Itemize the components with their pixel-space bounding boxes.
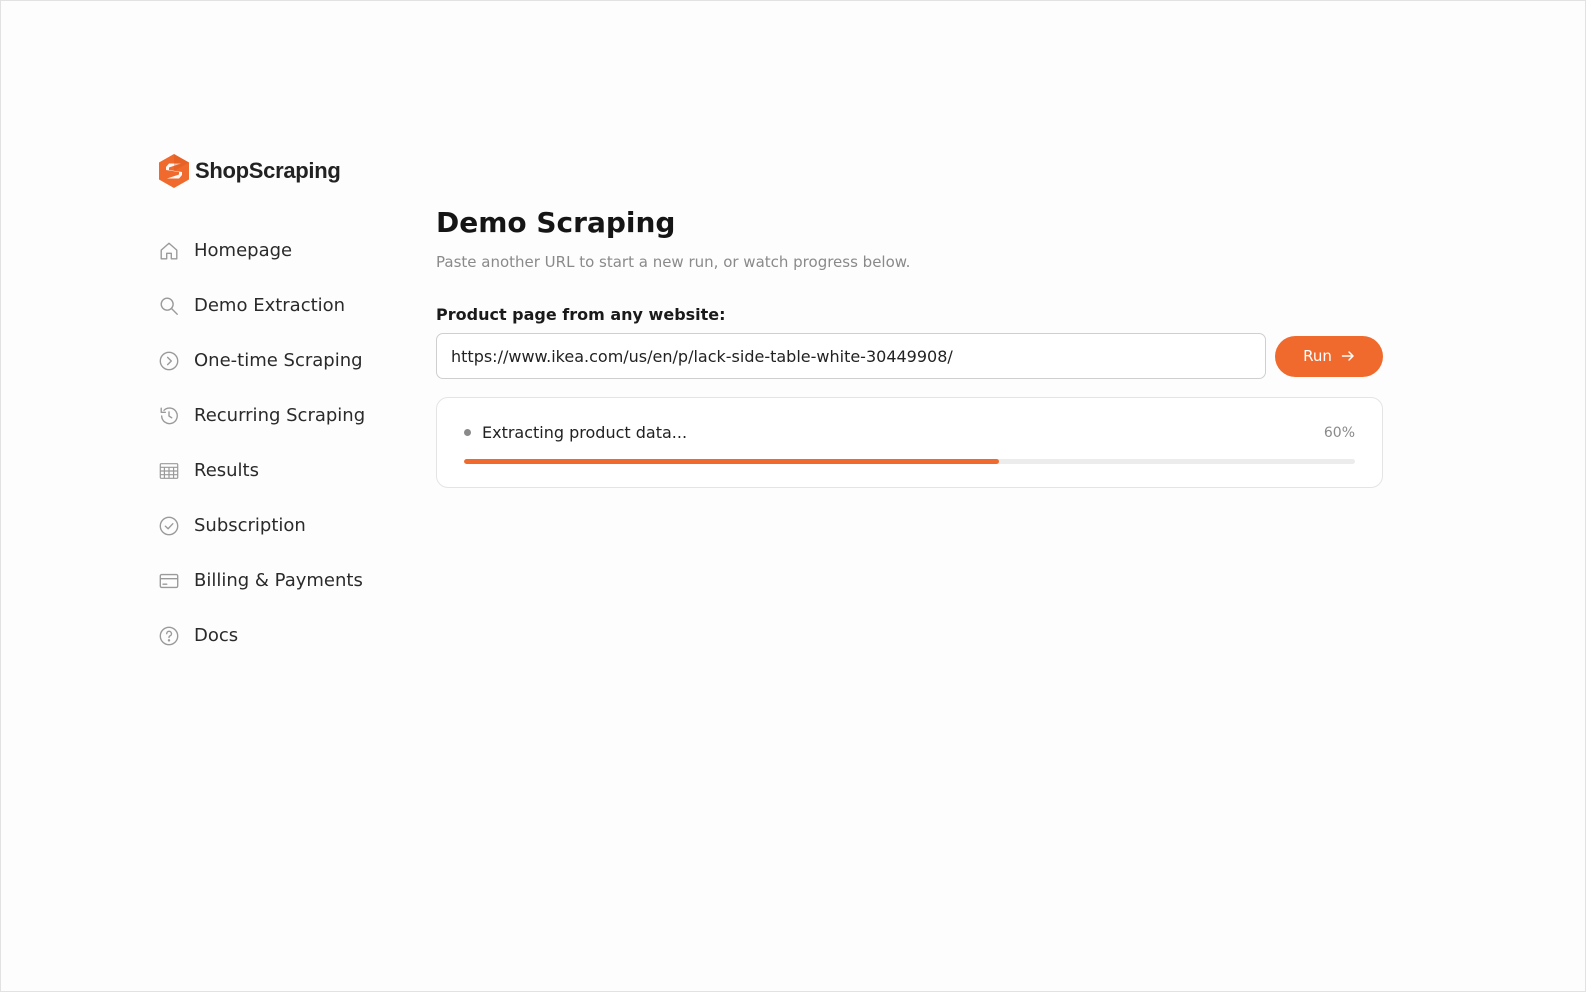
sidebar-item-label: Homepage <box>194 240 293 261</box>
brand-name: ShopScraping <box>195 158 341 183</box>
sidebar-item-label: Billing & Payments <box>194 570 363 591</box>
sidebar-item-label: One-time Scraping <box>194 350 363 371</box>
credit-card-icon <box>157 569 181 593</box>
sidebar-nav: Homepage Demo Extraction One-time Scrapi… <box>157 223 397 663</box>
url-field-label: Product page from any website: <box>436 305 726 324</box>
sidebar-item-label: Results <box>194 460 259 481</box>
sidebar-item-one-time-scraping[interactable]: One-time Scraping <box>157 333 397 388</box>
history-icon <box>157 404 181 428</box>
sidebar-item-billing-payments[interactable]: Billing & Payments <box>157 553 397 608</box>
sidebar-item-label: Subscription <box>194 515 306 536</box>
search-icon <box>157 294 181 318</box>
sidebar-item-recurring-scraping[interactable]: Recurring Scraping <box>157 388 397 443</box>
progress-status: Extracting product data... <box>464 423 687 442</box>
sidebar-item-docs[interactable]: Docs <box>157 608 397 663</box>
run-button-label: Run <box>1303 347 1332 365</box>
app-window: ShopScraping Homepage Demo Extraction On… <box>0 0 1586 992</box>
run-button[interactable]: Run <box>1275 335 1383 377</box>
page-subtitle: Paste another URL to start a new run, or… <box>436 253 911 271</box>
chevron-circle-icon <box>157 349 181 373</box>
sidebar-item-demo-extraction[interactable]: Demo Extraction <box>157 278 397 333</box>
sidebar-item-label: Docs <box>194 625 239 646</box>
url-input-row: Run <box>436 333 1383 379</box>
sidebar-item-homepage[interactable]: Homepage <box>157 223 397 278</box>
sidebar-item-subscription[interactable]: Subscription <box>157 498 397 553</box>
sidebar-item-label: Demo Extraction <box>194 295 346 316</box>
home-icon <box>157 239 181 263</box>
progress-status-text: Extracting product data... <box>482 423 688 442</box>
sidebar-item-results[interactable]: Results <box>157 443 397 498</box>
status-dot-icon <box>464 429 471 436</box>
progress-header: Extracting product data... 60% <box>464 423 1355 442</box>
brand-logo[interactable]: ShopScraping <box>157 153 341 189</box>
help-circle-icon <box>157 624 181 648</box>
main-content: Demo Scraping Paste another URL to start… <box>436 205 1383 488</box>
arrow-right-icon <box>1341 351 1354 361</box>
check-circle-icon <box>157 514 181 538</box>
table-icon <box>157 459 181 483</box>
url-input[interactable] <box>436 333 1266 379</box>
sidebar-item-label: Recurring Scraping <box>194 405 366 426</box>
progress-card: Extracting product data... 60% <box>436 397 1383 488</box>
progress-bar-fill <box>464 459 999 464</box>
progress-percent: 60% <box>1323 424 1355 441</box>
page-title: Demo Scraping <box>436 206 676 239</box>
shopscraping-logo-icon <box>159 154 189 188</box>
progress-bar <box>464 459 1355 464</box>
